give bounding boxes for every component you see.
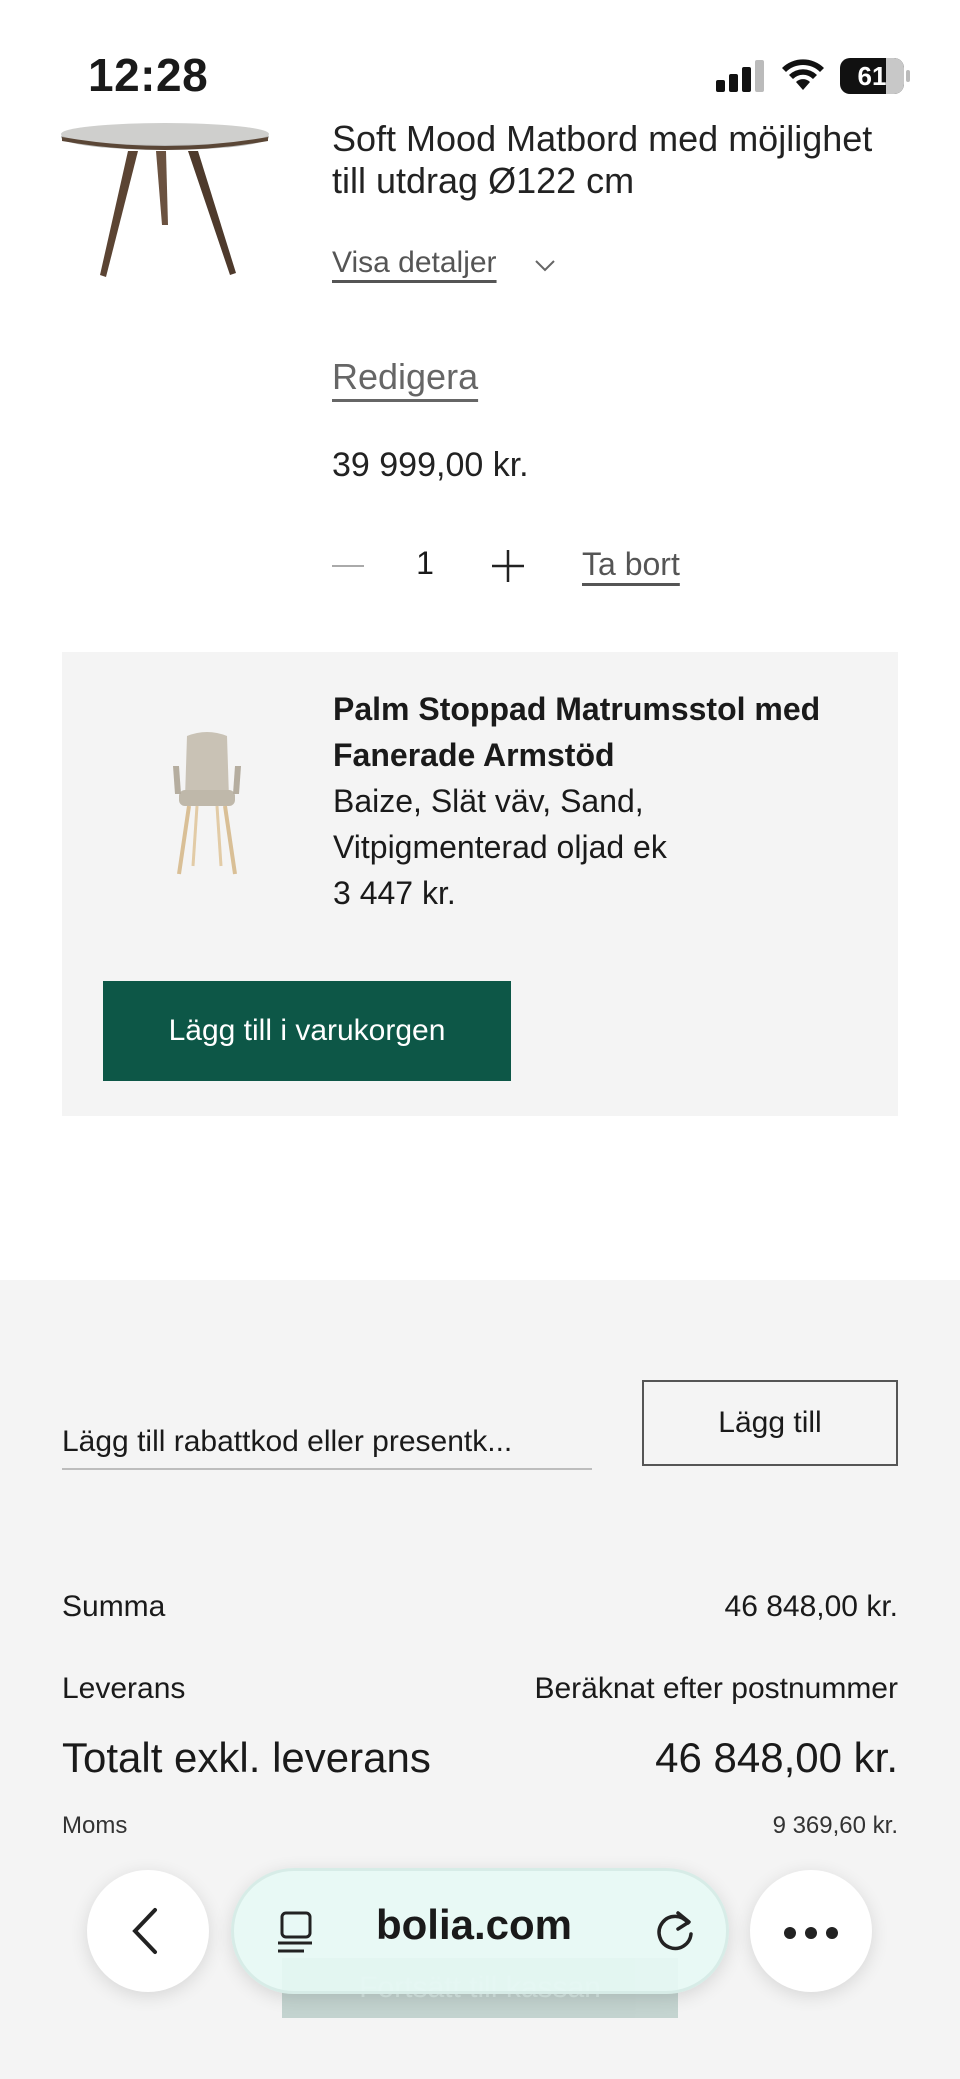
back-button[interactable] <box>87 1870 209 1992</box>
upsell-price: 3 447 kr. <box>333 875 456 911</box>
upsell-variant: Baize, Slät väv, Sand, Vitpigmenterad ol… <box>333 783 667 865</box>
moms-value: 9 369,60 kr. <box>772 1812 898 1839</box>
battery-icon: 61 <box>840 58 910 94</box>
product-image-table[interactable] <box>58 115 273 285</box>
remove-link[interactable]: Ta bort <box>582 546 680 583</box>
status-bar: 12:28 61 <box>0 0 960 120</box>
upsell-title[interactable]: Palm Stoppad Matrumsstol med Fanerade Ar… <box>333 686 853 778</box>
page: 12:28 61 Soft Mood Matbord med möjlighet… <box>0 0 960 2079</box>
status-time: 12:28 <box>88 49 209 101</box>
edit-link[interactable]: Redigera <box>332 356 478 398</box>
reload-icon[interactable] <box>652 1909 698 1955</box>
quantity-value: 1 <box>416 545 434 581</box>
chevron-left-icon <box>132 1908 157 1954</box>
upsell-card: Palm Stoppad Matrumsstol med Fanerade Ar… <box>62 652 898 1116</box>
increase-quantity-button[interactable] <box>490 548 526 584</box>
product-image-chair[interactable] <box>157 728 257 878</box>
leverans-label: Leverans <box>62 1672 186 1705</box>
product-title[interactable]: Soft Mood Matbord med möjlighet till utd… <box>332 118 912 202</box>
wifi-icon <box>782 59 824 90</box>
summa-label: Summa <box>62 1590 166 1623</box>
add-to-cart-button[interactable]: Lägg till i varukorgen <box>103 981 511 1081</box>
leverans-value: Beräknat efter postnummer <box>534 1672 898 1705</box>
battery-level: 61 <box>857 61 887 91</box>
more-icon <box>784 1927 796 1939</box>
product-price: 39 999,00 kr. <box>332 446 529 484</box>
summa-value: 46 848,00 kr. <box>724 1590 898 1623</box>
address-bar[interactable]: bolia.com <box>231 1868 729 1994</box>
moms-label: Moms <box>62 1812 128 1839</box>
discount-code-input[interactable]: Lägg till rabattkod eller presentk... <box>62 1420 592 1470</box>
decrease-quantity-button[interactable] <box>330 548 366 584</box>
total-value: 46 848,00 kr. <box>655 1734 898 1781</box>
chevron-down-icon[interactable] <box>534 254 556 276</box>
url-text[interactable]: bolia.com <box>344 1901 604 1949</box>
more-options-button[interactable] <box>750 1870 872 1992</box>
signal-icon <box>716 60 766 92</box>
browser-toolbar: Fortsätt till kassan bolia.com <box>0 1850 960 2079</box>
apply-discount-button[interactable]: Lägg till <box>642 1380 898 1466</box>
show-details-link[interactable]: Visa detaljer <box>332 246 497 280</box>
total-label: Totalt exkl. leverans <box>62 1734 431 1781</box>
reader-mode-icon[interactable] <box>274 1909 318 1957</box>
